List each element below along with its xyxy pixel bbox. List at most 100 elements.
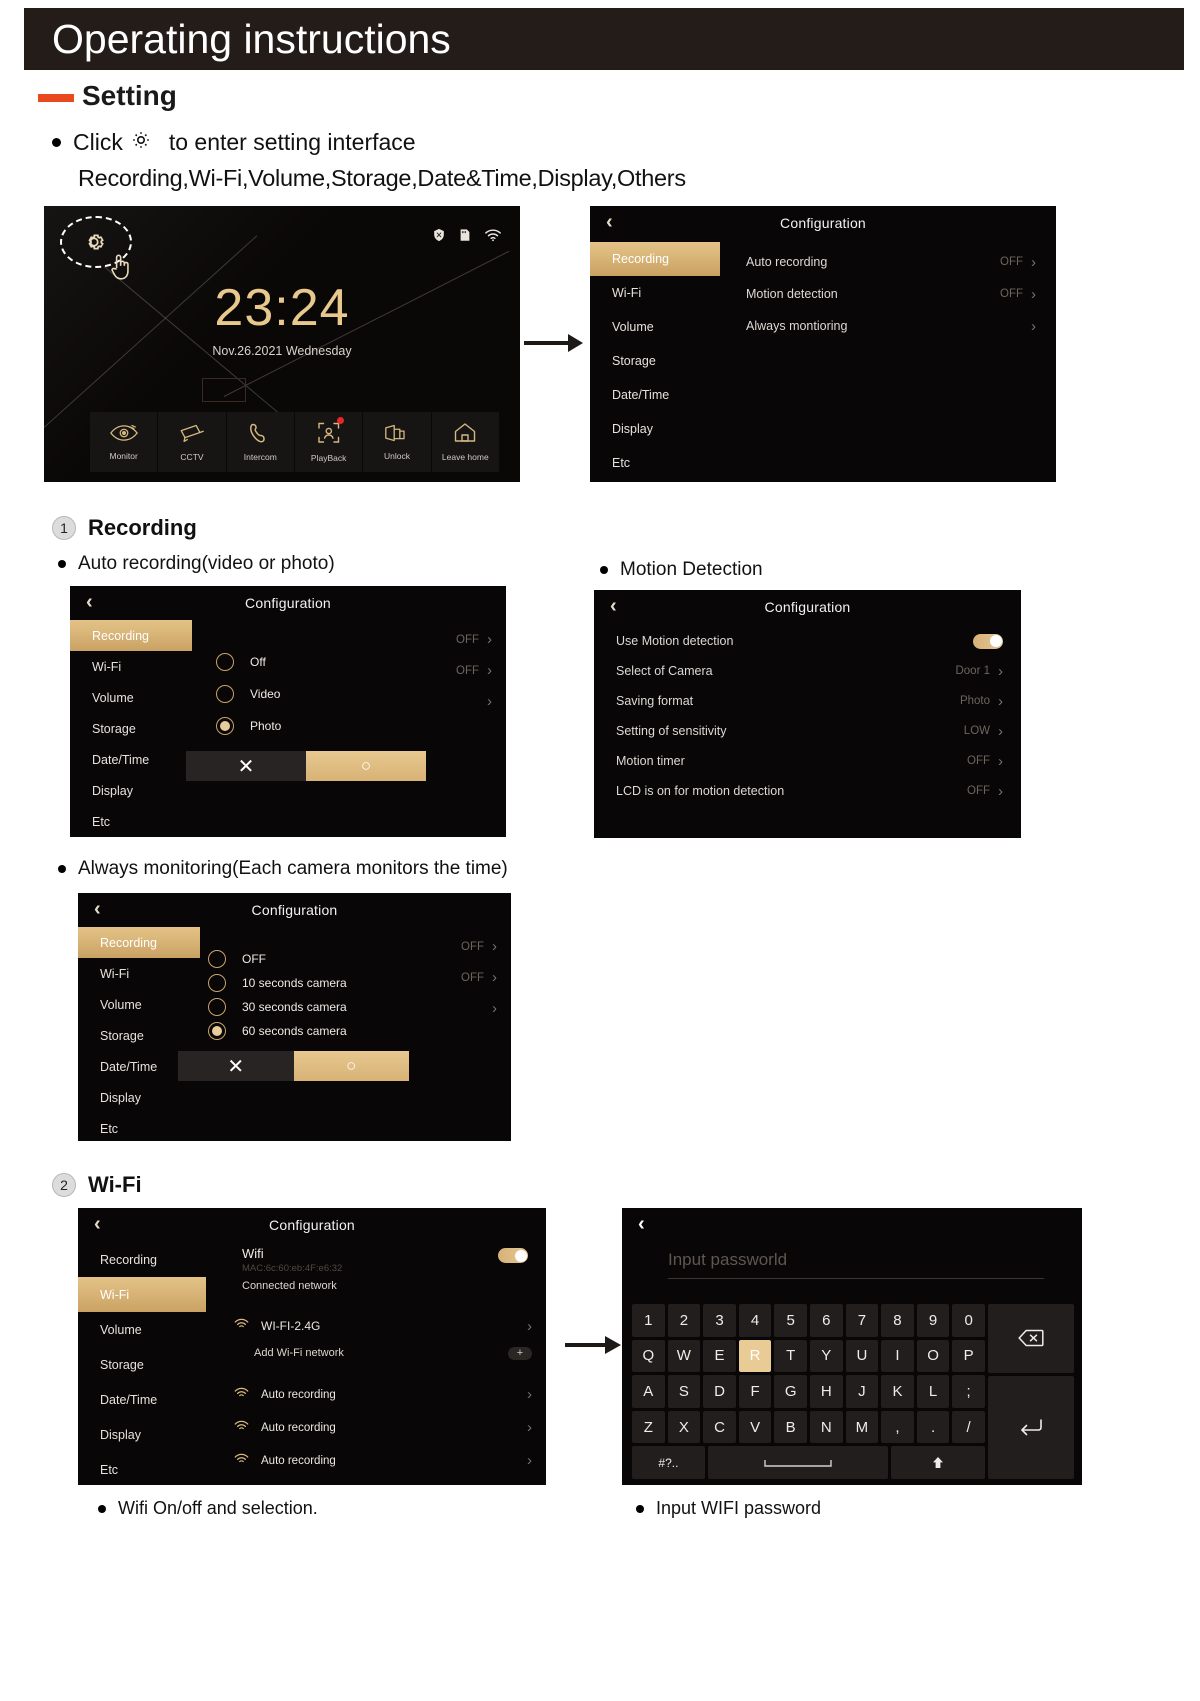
wifi-network-row-2[interactable]: Auto recording › — [234, 1411, 532, 1444]
key-z[interactable]: Z — [632, 1410, 665, 1444]
key-v[interactable]: V — [738, 1410, 772, 1444]
sidebar-item-display[interactable]: Display — [590, 412, 720, 446]
key-b[interactable]: B — [774, 1410, 807, 1444]
cancel-button[interactable]: ✕ — [186, 751, 306, 781]
sidebar-item-storage[interactable]: Storage — [78, 1347, 206, 1382]
sidebar-item-datetime[interactable]: Date/Time — [78, 1382, 206, 1417]
add-network-button[interactable]: + — [508, 1346, 532, 1360]
key-u[interactable]: U — [845, 1339, 879, 1373]
key-t[interactable]: T — [774, 1339, 807, 1373]
sidebar-item-recording[interactable]: Recording — [70, 620, 192, 651]
nav-item-unlock[interactable]: Unlock — [363, 412, 431, 472]
sidebar-item-storage[interactable]: Storage — [78, 1020, 200, 1051]
wifi-toggle-switch[interactable] — [498, 1248, 528, 1263]
radio-option-60-seconds[interactable]: 60 seconds camera — [208, 1019, 347, 1043]
sidebar-item-etc[interactable]: Etc — [78, 1452, 206, 1485]
key-x[interactable]: X — [667, 1410, 701, 1444]
key-3[interactable]: 3 — [703, 1304, 736, 1337]
sidebar-item-display[interactable]: Display — [78, 1082, 200, 1113]
sidebar-item-display[interactable]: Display — [70, 775, 192, 806]
radio-icon-selected[interactable] — [216, 717, 234, 735]
radio-icon[interactable] — [208, 974, 226, 992]
key-enter[interactable] — [988, 1375, 1074, 1479]
key-y[interactable]: Y — [809, 1339, 843, 1373]
sidebar-item-datetime[interactable]: Date/Time — [590, 378, 720, 412]
password-input-wrap[interactable]: Input passworld — [668, 1250, 1044, 1279]
motion-row-motion-timer[interactable]: Motion timer OFF › — [616, 746, 1003, 776]
sidebar-item-volume[interactable]: Volume — [78, 1312, 206, 1347]
key-h[interactable]: H — [809, 1375, 843, 1408]
wifi-network-row-3[interactable]: Auto recording › — [234, 1444, 532, 1477]
key-period[interactable]: . — [916, 1410, 950, 1444]
key-5[interactable]: 5 — [774, 1304, 807, 1337]
key-n[interactable]: N — [809, 1410, 843, 1444]
key-slash[interactable]: / — [952, 1410, 985, 1444]
key-semicolon[interactable]: ; — [952, 1375, 985, 1408]
back-icon[interactable]: ‹ — [638, 1214, 645, 1234]
sidebar-item-storage[interactable]: Storage — [590, 344, 720, 378]
key-m[interactable]: M — [845, 1410, 879, 1444]
key-4[interactable]: 4 — [738, 1304, 772, 1337]
radio-option-10-seconds[interactable]: 10 seconds camera — [208, 971, 347, 995]
motion-toggle-switch[interactable] — [973, 633, 1003, 649]
sidebar-item-volume[interactable]: Volume — [70, 682, 192, 713]
radio-icon[interactable] — [216, 685, 234, 703]
key-2[interactable]: 2 — [667, 1304, 701, 1337]
sidebar-item-storage[interactable]: Storage — [70, 713, 192, 744]
motion-row-setting-of-sensitivity[interactable]: Setting of sensitivity LOW › — [616, 716, 1003, 746]
confirm-button[interactable]: ○ — [293, 1051, 409, 1081]
sidebar-item-volume[interactable]: Volume — [78, 989, 200, 1020]
wifi-network-row-1[interactable]: Auto recording › — [234, 1378, 532, 1411]
sidebar-item-wifi[interactable]: Wi-Fi — [70, 651, 192, 682]
key-f[interactable]: F — [738, 1375, 772, 1408]
sidebar-item-recording[interactable]: Recording — [78, 1242, 206, 1277]
radio-option-30-seconds[interactable]: 30 seconds camera — [208, 995, 347, 1019]
key-8[interactable]: 8 — [881, 1304, 914, 1337]
radio-icon[interactable] — [208, 998, 226, 1016]
sidebar-item-volume[interactable]: Volume — [590, 310, 720, 344]
nav-item-playback[interactable]: PlayBack — [294, 412, 363, 472]
key-k[interactable]: K — [881, 1375, 914, 1408]
sidebar-item-wifi[interactable]: Wi-Fi — [78, 958, 200, 989]
key-e[interactable]: E — [703, 1339, 736, 1373]
sidebar-item-datetime[interactable]: Date/Time — [70, 744, 192, 775]
key-g[interactable]: G — [774, 1375, 807, 1408]
sidebar-item-etc[interactable]: Etc — [590, 446, 720, 480]
cancel-button[interactable]: ✕ — [178, 1051, 294, 1081]
nav-item-intercom[interactable]: Intercom — [226, 412, 294, 472]
motion-row-use-motion-detection[interactable]: Use Motion detection — [616, 626, 1003, 656]
key-j[interactable]: J — [845, 1375, 879, 1408]
nav-item-cctv[interactable]: CCTV — [158, 412, 226, 472]
key-s[interactable]: S — [667, 1375, 701, 1408]
sidebar-item-recording[interactable]: Recording — [590, 242, 720, 276]
gear-icon[interactable] — [80, 228, 108, 261]
key-0[interactable]: 0 — [952, 1304, 985, 1337]
password-input[interactable]: Input passworld — [668, 1250, 1044, 1278]
key-a[interactable]: A — [632, 1375, 665, 1408]
key-7[interactable]: 7 — [845, 1304, 879, 1337]
key-backspace[interactable] — [988, 1304, 1074, 1373]
key-o[interactable]: O — [916, 1339, 950, 1373]
motion-row-lcd-on-for-motion-detection[interactable]: LCD is on for motion detection OFF › — [616, 776, 1003, 806]
radio-icon[interactable] — [208, 950, 226, 968]
key-q[interactable]: Q — [632, 1339, 665, 1373]
radio-option-photo[interactable]: Photo — [216, 710, 281, 742]
key-d[interactable]: D — [703, 1375, 736, 1408]
radio-option-off[interactable]: OFF — [208, 947, 347, 971]
motion-row-saving-format[interactable]: Saving format Photo › — [616, 686, 1003, 716]
nav-item-leave-home[interactable]: Leave home — [431, 412, 499, 472]
key-comma[interactable]: , — [881, 1410, 914, 1444]
motion-row-select-of-camera[interactable]: Select of Camera Door 1 › — [616, 656, 1003, 686]
sidebar-item-wifi[interactable]: Wi-Fi — [590, 276, 720, 310]
key-shift[interactable] — [891, 1446, 985, 1479]
radio-option-video[interactable]: Video — [216, 678, 281, 710]
key-p[interactable]: P — [952, 1339, 985, 1373]
key-symbols[interactable]: #?.. — [632, 1446, 705, 1479]
config-row-always-monitoring[interactable]: Always montioring › — [746, 310, 1036, 342]
key-l[interactable]: L — [916, 1375, 950, 1408]
sidebar-item-wifi[interactable]: Wi-Fi — [78, 1277, 206, 1312]
wifi-network-row-0[interactable]: WI-FI-2.4G › — [234, 1313, 532, 1339]
key-c[interactable]: C — [703, 1410, 736, 1444]
radio-option-off[interactable]: Off — [216, 646, 281, 678]
confirm-button[interactable]: ○ — [306, 751, 426, 781]
